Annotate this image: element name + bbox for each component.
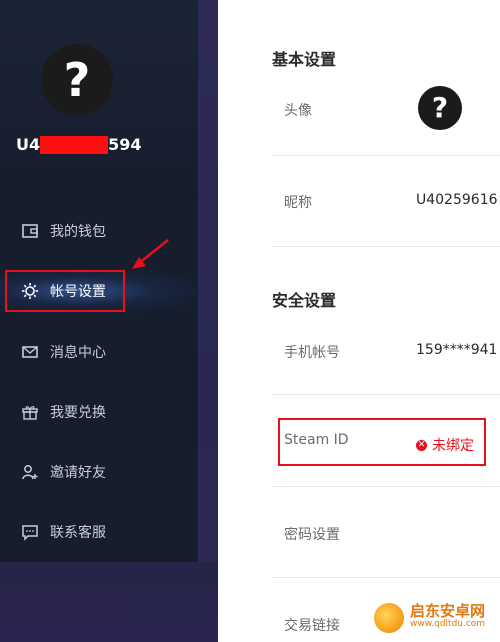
phone-label: 手机帐号 <box>284 345 340 361</box>
divider <box>272 486 500 487</box>
sidebar-item-label: 我要兑换 <box>50 405 106 421</box>
avatar-label: 头像 <box>284 103 312 119</box>
avatar[interactable]: ? <box>41 44 113 116</box>
watermark-title: 启东安卓网 <box>410 602 486 620</box>
settings-panel: 基本设置 头像 ? 昵称 U40259616 安全设置 手机帐号 159****… <box>218 8 500 642</box>
password-label[interactable]: 密码设置 <box>284 524 340 544</box>
nickname-label: 昵称 <box>284 195 312 211</box>
watermark: 启东安卓网 www.qdltdu.com <box>374 600 485 636</box>
add-user-icon <box>20 462 40 482</box>
sidebar-item-wallet[interactable]: 我的钱包 <box>0 209 198 253</box>
watermark-text: 启东安卓网 www.qdltdu.com <box>410 602 486 631</box>
sidebar-item-invite[interactable]: 邀请好友 <box>0 450 198 494</box>
sidebar-item-label: 我的钱包 <box>50 224 106 240</box>
sidebar-item-support[interactable]: 联系客服 <box>0 510 198 554</box>
phone-value[interactable]: 159****941 <box>416 342 497 358</box>
divider <box>272 246 500 247</box>
divider <box>272 155 500 156</box>
sidebar-item-label: 联系客服 <box>50 525 106 541</box>
user-id: U4 594 <box>16 134 142 156</box>
sidebar-menu <box>0 200 198 562</box>
highlight-box <box>278 418 486 466</box>
highlight-box <box>5 270 125 312</box>
background-panel <box>0 562 218 642</box>
divider <box>272 394 500 395</box>
redaction-mark <box>40 136 109 154</box>
watermark-url: www.qdltdu.com <box>410 619 486 629</box>
nickname-value[interactable]: U40259616 <box>416 192 498 208</box>
user-id-suffix: 594 <box>108 135 142 154</box>
gift-icon <box>20 402 40 422</box>
section-title-security: 安全设置 <box>272 291 337 310</box>
sidebar-item-messages[interactable]: 消息中心 <box>0 330 198 374</box>
sidebar-item-label: 消息中心 <box>50 345 106 361</box>
divider <box>272 577 500 578</box>
mail-icon <box>20 342 40 362</box>
background-strip <box>198 0 218 642</box>
sidebar-item-redeem[interactable]: 我要兑换 <box>0 390 198 434</box>
trade-link-label[interactable]: 交易链接 <box>284 615 340 635</box>
sidebar-item-label: 邀请好友 <box>50 465 106 481</box>
section-title-basic: 基本设置 <box>272 50 337 69</box>
avatar[interactable]: ? <box>418 86 462 130</box>
user-id-prefix: U4 <box>16 135 41 154</box>
watermark-logo-icon <box>374 603 404 633</box>
wallet-icon <box>20 221 40 241</box>
chat-icon <box>20 522 40 542</box>
